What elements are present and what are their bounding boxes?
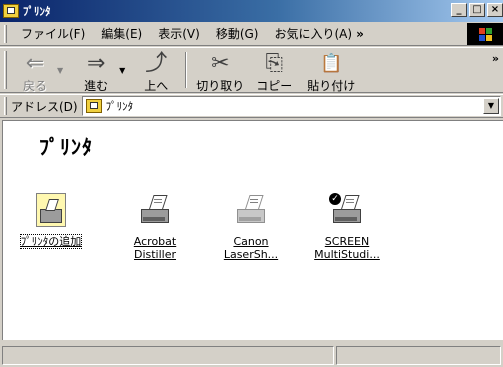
address-bar: アドレス(D) ﾌﾟﾘﾝﾀ ▼ bbox=[0, 94, 503, 118]
status-bar bbox=[0, 344, 503, 367]
toolbar-grip[interactable] bbox=[4, 24, 7, 43]
list-item-acrobat-distiller[interactable]: Acrobat Distiller bbox=[115, 193, 195, 261]
address-field[interactable]: ﾌﾟﾘﾝﾀ ▼ bbox=[81, 96, 501, 116]
back-button[interactable]: ⇐ 戻る bbox=[13, 48, 57, 94]
menu-go[interactable]: 移動(G) bbox=[208, 25, 267, 42]
standard-toolbar: ⇐ 戻る ▼ ⇒ 進む ▼ ⤴ 上へ ✂ 切り取り ⎘ コピー 📋 貼り付け » bbox=[0, 47, 503, 93]
forward-arrow-icon: ⇒ bbox=[86, 51, 106, 76]
scissors-icon: ✂ bbox=[211, 51, 230, 76]
item-name-line2: Distiller bbox=[133, 248, 177, 261]
printer-folder-icon bbox=[3, 3, 19, 19]
cut-label: 切り取り bbox=[196, 79, 245, 93]
up-label: 上へ bbox=[144, 79, 169, 93]
address-label: アドレス(D) bbox=[11, 99, 78, 114]
windows-logo-icon bbox=[467, 23, 503, 45]
folder-view[interactable]: ﾌﾟﾘﾝﾀ ﾌﾟﾘﾝﾀの追加 Acrobat Distiller Canon L… bbox=[2, 120, 503, 340]
window-title: ﾌﾟﾘﾝﾀ bbox=[23, 5, 51, 18]
item-name-line1: Canon bbox=[233, 235, 269, 248]
menu-overflow-chevron[interactable]: » bbox=[356, 27, 364, 41]
list-item-canon-lasershot[interactable]: Canon LaserSh... bbox=[211, 193, 291, 261]
back-label: 戻る bbox=[22, 79, 47, 93]
back-arrow-icon: ⇐ bbox=[25, 51, 45, 76]
forward-button[interactable]: ⇒ 進む bbox=[73, 48, 119, 94]
status-panel-zone bbox=[336, 346, 501, 365]
status-panel-main bbox=[2, 346, 334, 365]
back-dropdown-icon[interactable]: ▼ bbox=[57, 66, 63, 75]
maximize-button[interactable]: □ bbox=[469, 3, 485, 17]
title-bar[interactable]: ﾌﾟﾘﾝﾀ _ □ × bbox=[0, 0, 503, 22]
list-item-screen-multistudio[interactable]: ✓ SCREEN MultiStudi... bbox=[307, 193, 387, 261]
window-controls: _ □ × bbox=[449, 3, 503, 17]
forward-dropdown-icon[interactable]: ▼ bbox=[119, 66, 125, 75]
forward-label: 進む bbox=[84, 79, 109, 93]
item-name: ﾌﾟﾘﾝﾀの追加 bbox=[19, 234, 83, 249]
printer-icon bbox=[233, 193, 269, 229]
menu-file[interactable]: ファイル(F) bbox=[13, 25, 93, 42]
menu-edit[interactable]: 編集(E) bbox=[93, 25, 150, 42]
folder-title: ﾌﾟﾘﾝﾀ bbox=[39, 135, 93, 159]
item-name-line2: LaserSh... bbox=[223, 248, 279, 261]
address-value: ﾌﾟﾘﾝﾀ bbox=[105, 100, 134, 113]
up-button[interactable]: ⤴ 上へ bbox=[133, 48, 179, 94]
paste-button[interactable]: 📋 貼り付け bbox=[301, 48, 361, 94]
toolbar-grip[interactable] bbox=[4, 97, 7, 115]
menu-favorites[interactable]: お気に入り(A) bbox=[266, 25, 360, 42]
copy-label: コピー bbox=[256, 79, 293, 93]
toolbar-grip[interactable] bbox=[4, 51, 7, 89]
add-printer-icon bbox=[33, 193, 69, 229]
item-name-line1: SCREEN bbox=[324, 235, 370, 248]
toolbar-overflow-chevron[interactable]: » bbox=[492, 52, 499, 65]
copy-button[interactable]: ⎘ コピー bbox=[247, 48, 301, 94]
menu-view[interactable]: 表示(V) bbox=[150, 25, 208, 42]
printer-icon bbox=[137, 193, 173, 229]
paste-icon: 📋 bbox=[320, 53, 343, 74]
item-name-line1: Acrobat bbox=[133, 235, 177, 248]
default-printer-icon: ✓ bbox=[329, 193, 365, 229]
menu-bar: ファイル(F) 編集(E) 表示(V) 移動(G) お気に入り(A) » bbox=[0, 22, 503, 46]
printer-folder-icon bbox=[85, 99, 102, 113]
address-dropdown-button[interactable]: ▼ bbox=[483, 98, 499, 114]
close-button[interactable]: × bbox=[487, 3, 503, 17]
minimize-button[interactable]: _ bbox=[451, 3, 467, 17]
paste-label: 貼り付け bbox=[307, 79, 356, 93]
cut-button[interactable]: ✂ 切り取り bbox=[193, 48, 247, 94]
copy-icon: ⎘ bbox=[265, 51, 284, 76]
up-folder-icon: ⤴ bbox=[145, 51, 168, 76]
list-item-add-printer[interactable]: ﾌﾟﾘﾝﾀの追加 bbox=[11, 193, 91, 249]
item-name-line2: MultiStudi... bbox=[314, 248, 380, 261]
checkmark-icon: ✓ bbox=[329, 193, 341, 205]
toolbar-separator bbox=[185, 52, 188, 88]
